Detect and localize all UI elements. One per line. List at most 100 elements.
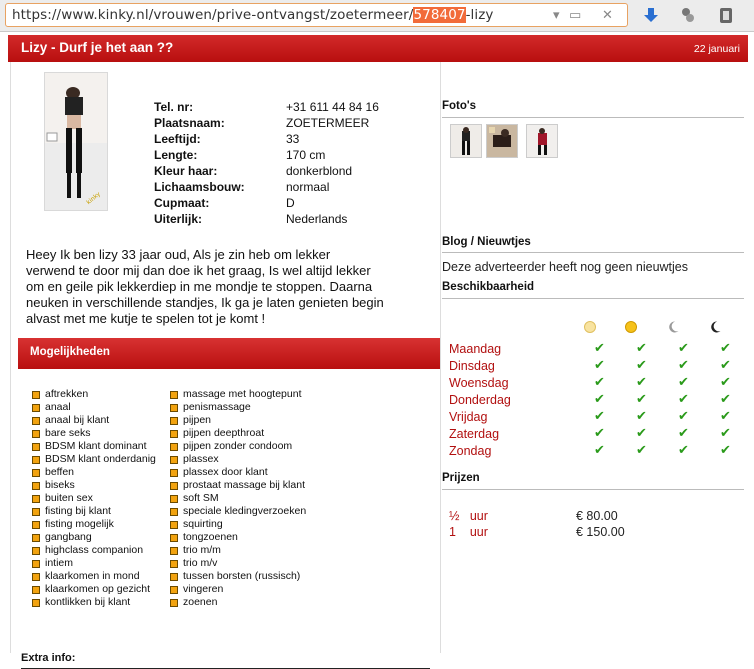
available-check-icon: ✔ bbox=[594, 409, 605, 424]
option-label: penismassage bbox=[183, 401, 251, 413]
photo-thumb[interactable] bbox=[526, 124, 558, 158]
bullet-square-icon bbox=[170, 560, 178, 568]
option-label: pijpen zonder condoom bbox=[183, 440, 293, 452]
bio-line: alvast met me kutje te spelen tot je kom… bbox=[26, 311, 266, 326]
option-label: BDSM klant onderdanig bbox=[45, 453, 156, 465]
browser-toolbar: https://www.kinky.nl/vrouwen/prive-ontva… bbox=[0, 0, 754, 32]
fact-value: 170 cm bbox=[286, 148, 326, 162]
available-check-icon: ✔ bbox=[720, 341, 731, 356]
price-value: € 80.00 bbox=[576, 509, 618, 523]
dropdown-icon[interactable]: ▾ bbox=[553, 8, 560, 23]
fact-value: donkerblond bbox=[286, 164, 353, 178]
bullet-square-icon bbox=[32, 456, 40, 464]
bullet-square-icon bbox=[170, 599, 178, 607]
available-check-icon: ✔ bbox=[636, 443, 647, 458]
afternoon-sun-icon bbox=[625, 321, 637, 333]
available-check-icon: ✔ bbox=[636, 426, 647, 441]
availability-day: Zondag bbox=[449, 444, 492, 458]
bullet-square-icon bbox=[170, 430, 178, 438]
photo-thumb[interactable] bbox=[450, 124, 482, 158]
option-label: gangbang bbox=[45, 531, 92, 543]
available-check-icon: ✔ bbox=[678, 375, 689, 390]
option-label: pijpen deepthroat bbox=[183, 427, 265, 439]
ad-title-bar: Lizy - Durf je het aan ?? 22 januari bbox=[8, 35, 748, 62]
option-label: vingeren bbox=[183, 583, 224, 595]
available-check-icon: ✔ bbox=[678, 341, 689, 356]
bullet-square-icon bbox=[170, 573, 178, 581]
url-text: https://www.kinky.nl/vrouwen/prive-ontva… bbox=[12, 7, 494, 23]
available-check-icon: ✔ bbox=[678, 358, 689, 373]
fact-value: D bbox=[286, 196, 295, 210]
bullet-square-icon bbox=[32, 586, 40, 594]
option-label: pijpen bbox=[183, 414, 212, 426]
reload-icon[interactable]: ✕ bbox=[602, 8, 613, 23]
bullet-square-icon bbox=[170, 547, 178, 555]
fact-label: Plaatsnaam: bbox=[154, 116, 225, 130]
available-check-icon: ✔ bbox=[594, 443, 605, 458]
availability-day: Dinsdag bbox=[449, 359, 495, 373]
availability-day: Donderdag bbox=[449, 393, 511, 407]
bio-line: Heey Ik ben lizy 33 jaar oud, Als je zin… bbox=[26, 247, 331, 262]
ad-title: Lizy - Durf je het aan ?? bbox=[21, 40, 174, 55]
option-label: trio m/m bbox=[183, 544, 221, 556]
available-check-icon: ✔ bbox=[720, 443, 731, 458]
bullet-square-icon bbox=[170, 456, 178, 464]
morning-sun-icon bbox=[584, 321, 596, 333]
option-label: anaal bij klant bbox=[45, 414, 110, 426]
option-label: squirting bbox=[183, 518, 223, 530]
bullet-square-icon bbox=[32, 417, 40, 425]
bullet-square-icon bbox=[170, 521, 178, 529]
fact-label: Kleur haar: bbox=[154, 164, 218, 178]
phone-value[interactable]: +31 611 44 84 16 bbox=[286, 100, 379, 114]
fact-value: Nederlands bbox=[286, 212, 348, 226]
available-check-icon: ✔ bbox=[594, 375, 605, 390]
available-check-icon: ✔ bbox=[636, 341, 647, 356]
sidebar: Foto's Blog / Nieuwtjes Deze adverteerde… bbox=[440, 62, 748, 653]
availability-day: Woensdag bbox=[449, 376, 509, 390]
bullet-square-icon bbox=[170, 417, 178, 425]
bio-text: Heey Ik ben lizy 33 jaar oud, Als je zin… bbox=[26, 247, 406, 327]
reader-view-icon[interactable]: ▭ bbox=[569, 8, 581, 23]
option-label: plassex bbox=[183, 453, 219, 465]
blog-title: Blog / Nieuwtjes bbox=[442, 236, 531, 248]
option-label: buiten sex bbox=[45, 492, 93, 504]
fact-label: Leeftijd: bbox=[154, 132, 201, 146]
available-check-icon: ✔ bbox=[720, 358, 731, 373]
option-label: bare seks bbox=[45, 427, 91, 439]
bullet-square-icon bbox=[32, 508, 40, 516]
blog-message: Deze adverteerder heeft nog geen nieuwtj… bbox=[442, 260, 688, 274]
bullet-square-icon bbox=[32, 404, 40, 412]
bullet-square-icon bbox=[32, 573, 40, 581]
ad-date: 22 januari bbox=[693, 43, 740, 55]
bullet-square-icon bbox=[170, 534, 178, 542]
fact-label: Uiterlijk: bbox=[154, 212, 203, 226]
download-icon[interactable] bbox=[642, 6, 660, 24]
option-label: fisting mogelijk bbox=[45, 518, 114, 530]
option-label: intiem bbox=[45, 557, 74, 569]
bullet-square-icon bbox=[32, 430, 40, 438]
option-label: klaarkomen in mond bbox=[45, 570, 140, 582]
availability-day: Vrijdag bbox=[449, 410, 488, 424]
divider bbox=[442, 117, 744, 118]
option-label: tussen borsten (russisch) bbox=[183, 570, 301, 582]
bullet-square-icon bbox=[170, 482, 178, 490]
available-check-icon: ✔ bbox=[594, 358, 605, 373]
bullet-square-icon bbox=[170, 391, 178, 399]
photos-title: Foto's bbox=[442, 100, 477, 112]
extension-icon[interactable] bbox=[679, 6, 697, 24]
prices-title: Prijzen bbox=[442, 472, 480, 484]
available-check-icon: ✔ bbox=[636, 409, 647, 424]
option-label: klaarkomen op gezicht bbox=[45, 583, 151, 595]
price-duration: 1 uur bbox=[449, 525, 488, 539]
available-check-icon: ✔ bbox=[678, 392, 689, 407]
option-label: soft SM bbox=[183, 492, 219, 504]
available-check-icon: ✔ bbox=[594, 426, 605, 441]
price-value: € 150.00 bbox=[576, 525, 625, 539]
address-bar[interactable]: https://www.kinky.nl/vrouwen/prive-ontva… bbox=[5, 3, 628, 27]
night-moon-icon bbox=[711, 321, 721, 333]
profile-photo[interactable]: kinky bbox=[44, 72, 108, 211]
clipboard-icon[interactable] bbox=[717, 6, 735, 24]
bullet-square-icon bbox=[32, 560, 40, 568]
photo-thumb[interactable] bbox=[486, 124, 518, 158]
option-label: zoenen bbox=[183, 596, 218, 608]
